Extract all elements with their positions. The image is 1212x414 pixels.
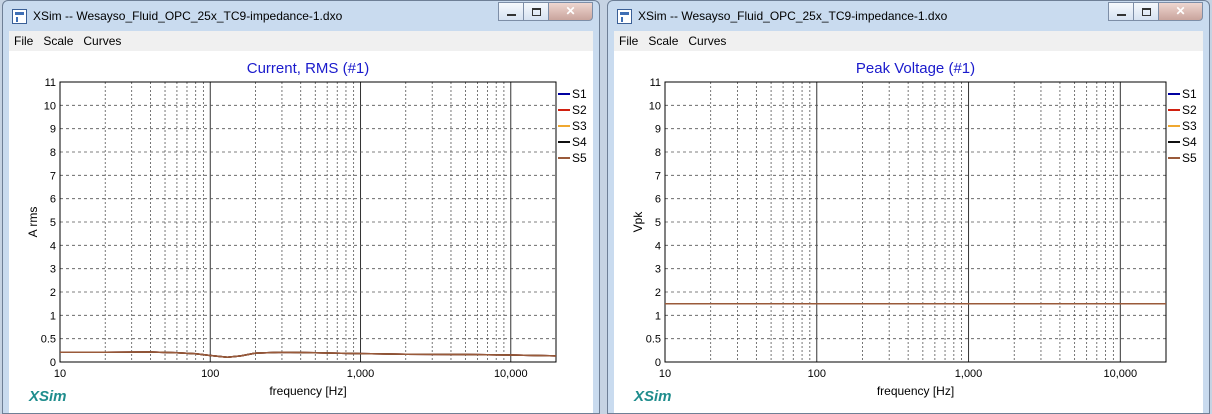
- x-tick-label: 10,000: [1103, 368, 1137, 380]
- title-bar[interactable]: XSim -- Wesayso_Fluid_OPC_25x_TC9-impeda…: [3, 1, 599, 31]
- x-tick-label: 100: [201, 368, 219, 380]
- y-tick-label: 7: [50, 170, 56, 182]
- y-tick-label: 5: [655, 217, 661, 229]
- y-tick-label: 2: [655, 287, 661, 299]
- close-button[interactable]: [548, 2, 593, 21]
- menu-scale[interactable]: Scale: [643, 34, 683, 48]
- chart-client-area: 0 0.5 1 2 3 4 5 6 7 8 9 10 11 10 100 1,000 10,000 Peak Vo…: [614, 51, 1203, 413]
- legend-label-s3: S3: [572, 119, 587, 133]
- y-tick-label: 1: [655, 310, 661, 322]
- y-tick-label: 8: [50, 147, 56, 159]
- x-tick-label: 100: [808, 368, 826, 380]
- window-title: XSim -- Wesayso_Fluid_OPC_25x_TC9-impeda…: [638, 9, 948, 23]
- window-controls: [1108, 2, 1203, 22]
- chart-title: Peak Voltage (#1): [856, 60, 975, 77]
- plot-frame: [664, 81, 1167, 363]
- y-axis-label: A rms: [26, 207, 40, 238]
- legend-label-s4: S4: [572, 135, 587, 149]
- y-tick-label: 10: [44, 100, 56, 112]
- legend-label-s1: S1: [1182, 87, 1197, 101]
- current-rms-chart: 00.5123456789101110 100 1,000 10,000Current…: [26, 60, 587, 398]
- y-tick-label: 3: [50, 264, 56, 276]
- maximize-button[interactable]: [523, 2, 549, 21]
- y-tick-label: 4: [655, 240, 661, 252]
- y-tick-label: 5: [50, 217, 56, 229]
- legend-label-s3: S3: [1182, 119, 1197, 133]
- y-tick-label: 0.5: [646, 334, 661, 346]
- legend-label-s1: S1: [572, 87, 587, 101]
- x-tick-label: 1,000: [955, 368, 983, 380]
- xsim-window-peak-voltage[interactable]: XSim -- Wesayso_Fluid_OPC_25x_TC9-impeda…: [607, 0, 1210, 414]
- legend-label-s4: S4: [1182, 135, 1197, 149]
- chart-title: Current, RMS (#1): [247, 60, 370, 77]
- xsim-window-current[interactable]: XSim -- Wesayso_Fluid_OPC_25x_TC9-impeda…: [2, 0, 600, 414]
- window-title: XSim -- Wesayso_Fluid_OPC_25x_TC9-impeda…: [33, 9, 343, 23]
- y-tick-label: 9: [50, 124, 56, 136]
- minimize-button[interactable]: [498, 2, 524, 21]
- x-tick-label: 10: [54, 368, 66, 380]
- x-tick-label: 10: [659, 368, 671, 380]
- y-tick-label: 8: [655, 147, 661, 159]
- x-tick-label: 1,000: [347, 368, 375, 380]
- y-axis-label: Vpk: [631, 211, 645, 233]
- title-bar[interactable]: XSim -- Wesayso_Fluid_OPC_25x_TC9-impeda…: [608, 1, 1209, 31]
- xsim-app-icon: [12, 9, 27, 24]
- menu-curves[interactable]: Curves: [683, 34, 731, 48]
- xsim-logo: XSim: [634, 388, 672, 405]
- chart-client-area: 0 0.5 1 2 3 4 5 6 7 8 9 10 11 10 100 1,000 10,000 Current…: [9, 51, 593, 413]
- legend-label-s2: S2: [1182, 103, 1197, 117]
- y-tick-label: 0.5: [41, 334, 56, 346]
- y-tick-label: 1: [50, 310, 56, 322]
- xsim-app-icon: [617, 9, 632, 24]
- y-tick-label: 11: [45, 77, 56, 89]
- menu-curves[interactable]: Curves: [78, 34, 126, 48]
- y-tick-label: 11: [650, 77, 661, 89]
- legend-label-s5: S5: [572, 151, 587, 165]
- legend-label-s5: S5: [1182, 151, 1197, 165]
- menu-scale[interactable]: Scale: [38, 34, 78, 48]
- grid: [60, 82, 556, 362]
- peak-voltage-chart: 00.5123456789101110 100 1,000 10,000Peak Vo…: [631, 60, 1197, 398]
- menu-file[interactable]: File: [9, 34, 38, 48]
- xsim-logo: XSim: [29, 388, 67, 405]
- y-tick-label: 7: [655, 170, 661, 182]
- close-button[interactable]: [1158, 2, 1203, 21]
- y-tick-label: 2: [50, 287, 56, 299]
- menu-bar: File Scale Curves: [9, 31, 593, 51]
- series-line-s5: [60, 351, 557, 359]
- y-tick-label: 9: [655, 124, 661, 136]
- y-tick-label: 10: [649, 100, 661, 112]
- y-tick-label: 4: [50, 240, 56, 252]
- y-tick-label: 6: [50, 194, 56, 206]
- y-tick-label: 6: [655, 194, 661, 206]
- x-tick-label: 10,000: [494, 368, 528, 380]
- menu-file[interactable]: File: [614, 34, 643, 48]
- legend-label-s2: S2: [572, 103, 587, 117]
- y-tick-label: 3: [655, 264, 661, 276]
- minimize-button[interactable]: [1108, 2, 1134, 21]
- x-axis-label: frequency [Hz]: [877, 384, 954, 398]
- grid: [665, 82, 1166, 362]
- x-axis-label: frequency [Hz]: [269, 384, 346, 398]
- maximize-button[interactable]: [1133, 2, 1159, 21]
- menu-bar: File Scale Curves: [614, 31, 1203, 51]
- window-controls: [498, 2, 593, 22]
